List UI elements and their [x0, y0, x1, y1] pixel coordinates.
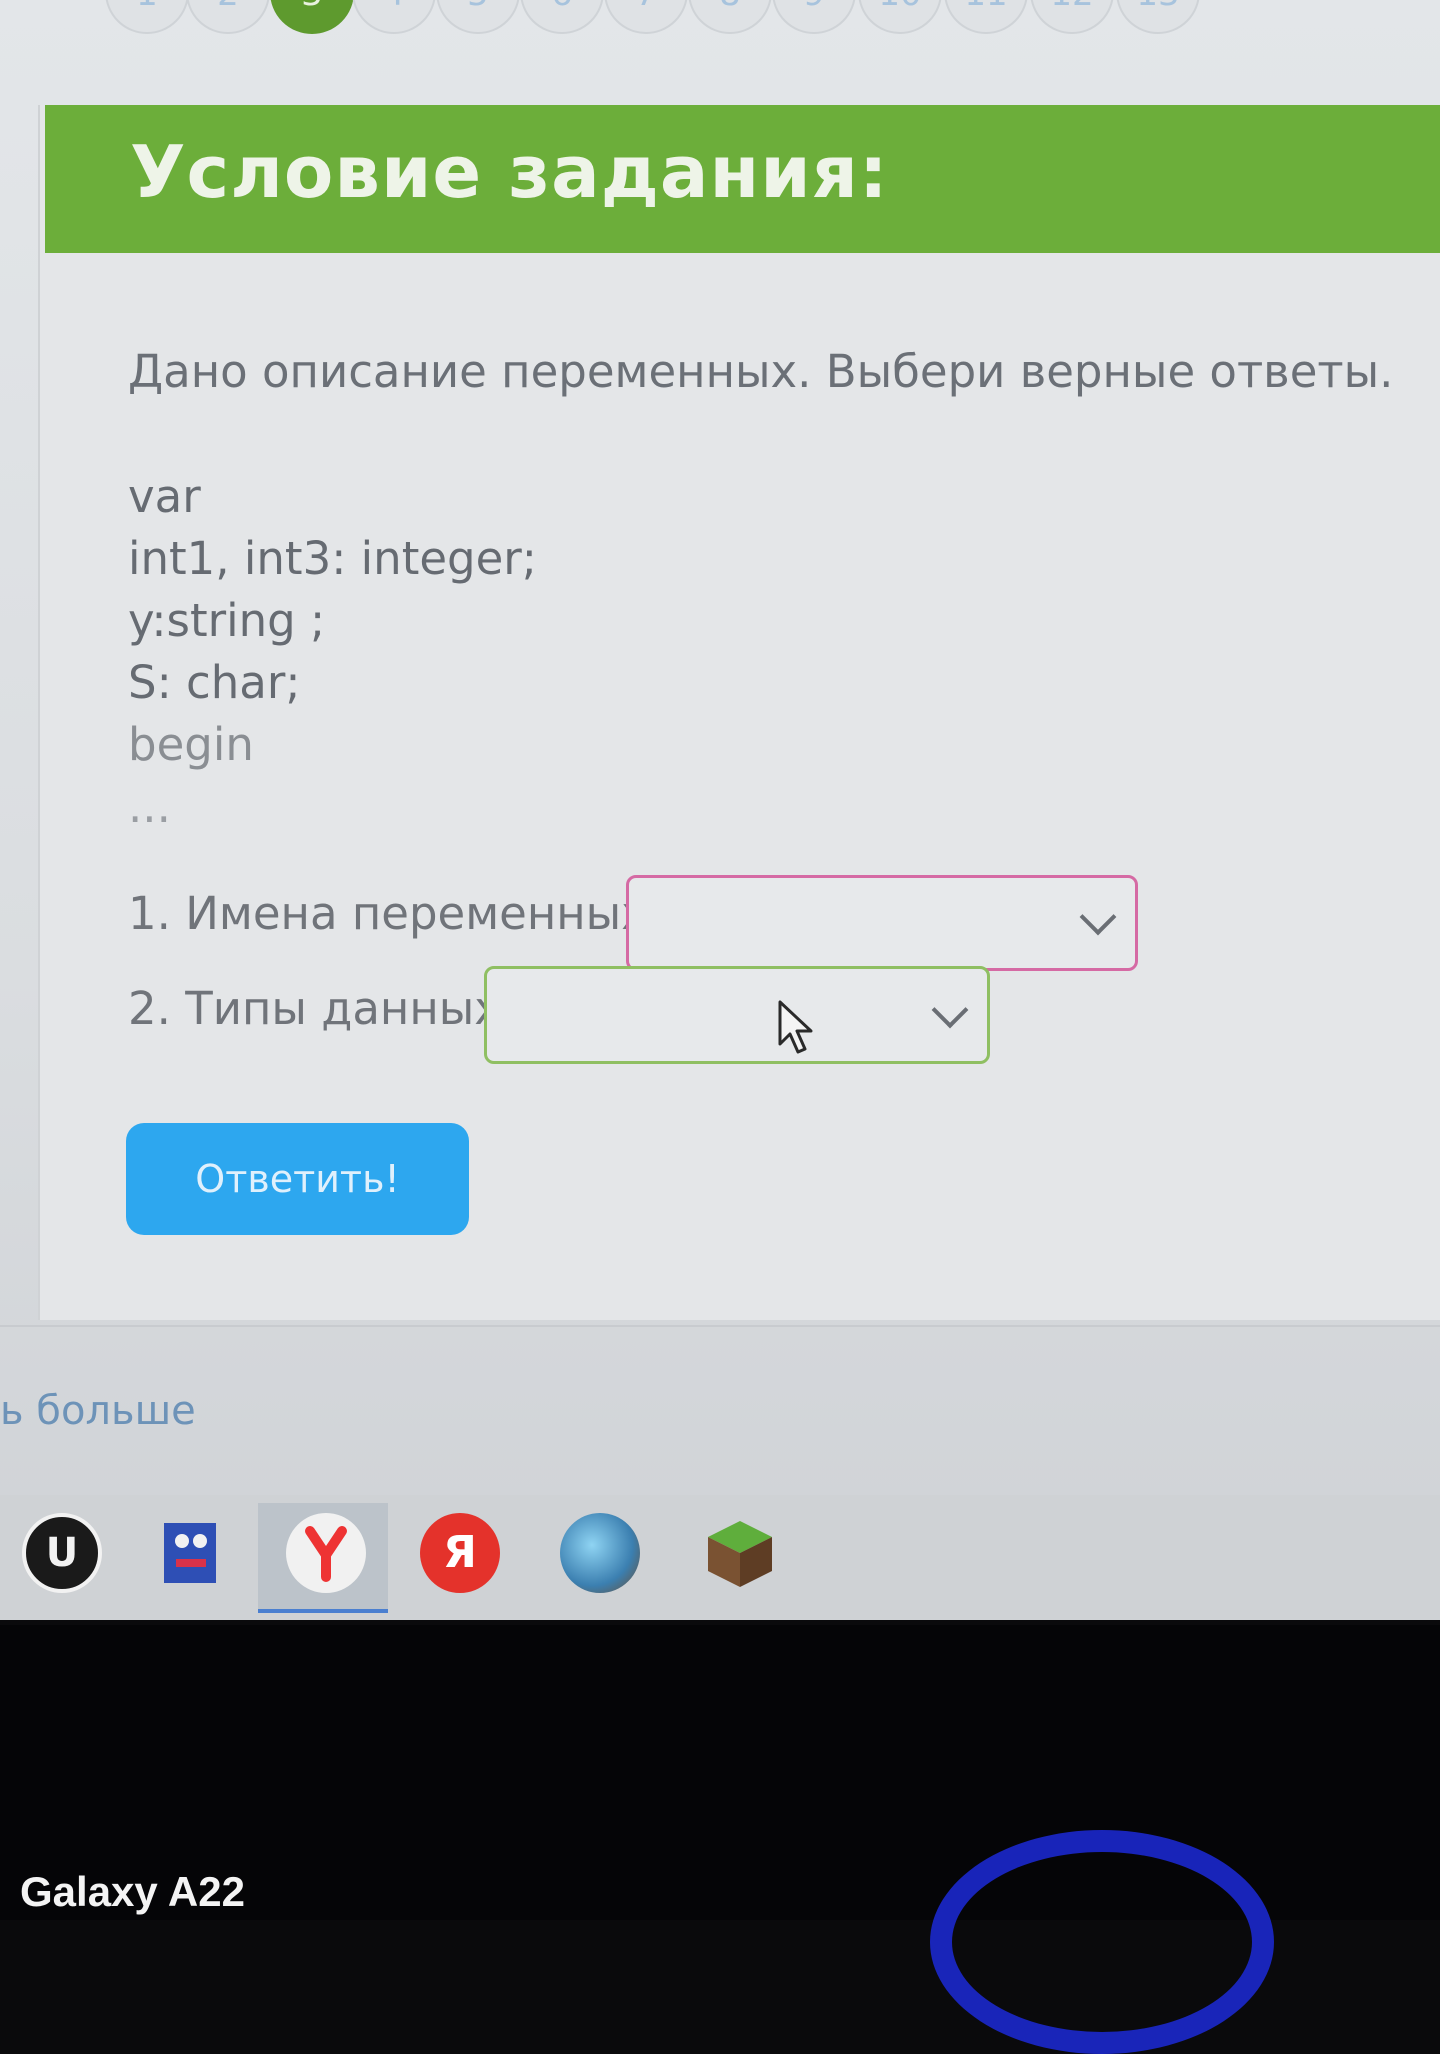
monitor-screen: 1 2 3 4 5 6 7 8 9 10 11 12 13 Условие за… [0, 0, 1440, 1620]
code-line: S: char; [128, 656, 301, 709]
page-7-button[interactable]: 7 [604, 0, 688, 34]
page-10-button[interactable]: 10 [858, 0, 942, 34]
submit-answer-button[interactable]: Ответить! [126, 1123, 469, 1235]
task-prompt: Дано описание переменных. Выбери верные … [128, 345, 1394, 398]
page-8-button[interactable]: 8 [688, 0, 772, 34]
page-4-button[interactable]: 4 [352, 0, 436, 34]
question-1-label: 1. Имена переменных [128, 887, 648, 940]
page-5-button[interactable]: 5 [436, 0, 520, 34]
yandex-browser-icon[interactable] [286, 1513, 366, 1593]
page-13-button[interactable]: 13 [1116, 0, 1200, 34]
data-types-select[interactable] [484, 966, 990, 1064]
divider [0, 1325, 1440, 1327]
yandex-icon[interactable]: Я [420, 1513, 500, 1593]
code-line: y:string ; [128, 594, 326, 647]
variable-names-select[interactable] [626, 875, 1138, 971]
mouse-cursor-icon [778, 1000, 813, 1054]
code-line: begin [128, 718, 254, 771]
pagination: 1 2 3 4 5 6 7 8 9 10 11 12 13 [0, 0, 1440, 46]
page-1-button[interactable]: 1 [105, 0, 189, 34]
page-12-button[interactable]: 12 [1030, 0, 1114, 34]
unreal-engine-icon[interactable]: U [22, 1513, 102, 1593]
page-3-button[interactable]: 3 [270, 0, 354, 34]
chevron-down-icon [931, 991, 969, 1029]
code-line: var [128, 470, 201, 523]
code-line: int1, int3: integer; [128, 532, 537, 585]
code-line: ... [128, 780, 171, 833]
page-2-button[interactable]: 2 [186, 0, 270, 34]
question-2-label: 2. Типы данных [128, 982, 501, 1035]
running-indicator [258, 1609, 388, 1613]
light-reflection [930, 1830, 1274, 2054]
page-6-button[interactable]: 6 [520, 0, 604, 34]
geometry-dash-icon[interactable] [560, 1513, 640, 1593]
page-9-button[interactable]: 9 [772, 0, 856, 34]
show-more-link[interactable]: ь больше [0, 1388, 196, 1434]
huggy-wuggy-game-icon[interactable] [150, 1513, 230, 1593]
camera-watermark: Galaxy A22 [20, 1868, 245, 1915]
taskbar: U Я [0, 1495, 1440, 1620]
page-11-button[interactable]: 11 [944, 0, 1028, 34]
task-title: Условие задания: [130, 130, 889, 214]
chevron-down-icon [1079, 898, 1117, 936]
minecraft-icon[interactable] [700, 1513, 780, 1593]
